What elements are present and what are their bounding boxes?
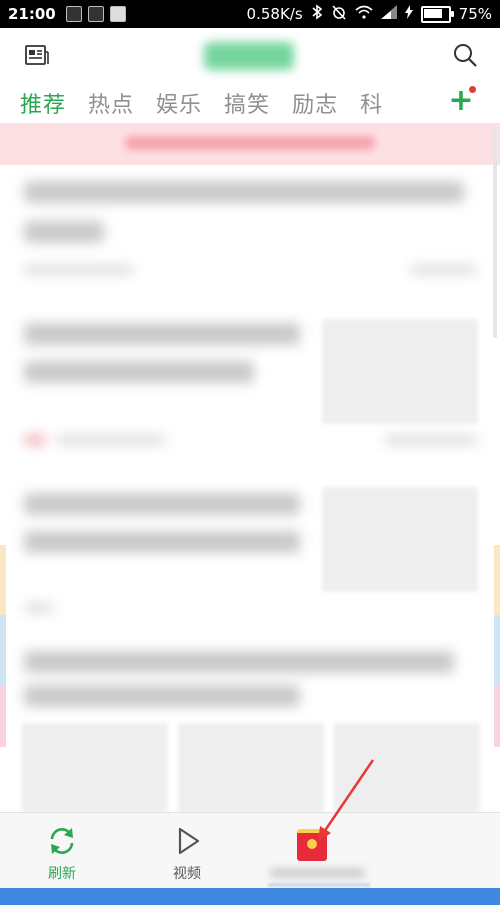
nav-video-label: 视频 <box>173 866 201 882</box>
article-title[interactable] <box>24 685 300 707</box>
article-thumbnail[interactable] <box>322 487 478 592</box>
article-meta <box>56 435 166 445</box>
nav-refresh[interactable]: 刷新 <box>12 813 112 889</box>
news-feed[interactable] <box>0 123 500 813</box>
tab-recommend[interactable]: 推荐 <box>20 87 66 119</box>
newspaper-icon[interactable] <box>24 44 50 66</box>
article-meta <box>24 603 54 613</box>
article-meta <box>410 265 476 275</box>
tab-entertainment[interactable]: 娱乐 <box>156 87 202 119</box>
article-meta <box>384 435 478 445</box>
article-meta <box>24 265 134 275</box>
nav-refresh-label: 刷新 <box>48 866 76 882</box>
red-envelope-icon[interactable] <box>297 829 327 861</box>
banner-text <box>125 136 375 150</box>
article-title[interactable] <box>24 221 104 243</box>
nav-third-underline <box>268 883 370 887</box>
notification-icon <box>87 6 104 22</box>
article-tag <box>24 435 46 445</box>
article-title[interactable] <box>24 531 300 553</box>
side-strip <box>494 615 500 685</box>
system-nav-bar <box>0 888 500 905</box>
battery-percent: 75% <box>458 5 492 23</box>
refresh-banner <box>0 123 500 165</box>
side-strip <box>494 685 500 747</box>
tab-hot[interactable]: 热点 <box>88 87 134 119</box>
tab-inspiration[interactable]: 励志 <box>292 87 338 119</box>
search-icon[interactable] <box>452 42 478 68</box>
article-title[interactable] <box>24 181 464 203</box>
article-thumbnail[interactable] <box>322 319 478 424</box>
new-dot-badge <box>469 86 476 93</box>
nav-third-label <box>270 868 365 878</box>
article-thumbnail[interactable] <box>334 723 480 813</box>
play-icon <box>171 825 203 861</box>
refresh-icon <box>46 825 78 861</box>
signal-icon <box>380 5 397 23</box>
coin-icon <box>307 839 317 849</box>
scrollbar[interactable] <box>493 128 497 338</box>
nav-video[interactable]: 视频 <box>137 813 237 889</box>
tab-tech[interactable]: 科 <box>360 87 383 119</box>
article-title[interactable] <box>24 361 254 383</box>
alarm-off-icon <box>331 4 347 24</box>
wifi-icon <box>355 5 373 23</box>
article-title[interactable] <box>24 323 300 345</box>
side-strip <box>0 615 6 685</box>
bluetooth-icon <box>311 4 323 24</box>
side-strip <box>494 545 500 615</box>
status-time: 21:00 <box>8 5 56 23</box>
net-speed: 0.58K/s <box>246 5 303 23</box>
side-strip <box>0 545 6 615</box>
article-thumbnail[interactable] <box>22 723 168 813</box>
bottom-nav: 刷新 视频 <box>0 812 500 889</box>
notification-icons <box>65 6 126 22</box>
article-thumbnail[interactable] <box>178 723 324 813</box>
status-bar: 21:00 0.58K/s 75% <box>0 0 500 28</box>
side-strip <box>0 685 6 747</box>
article-title[interactable] <box>24 493 300 515</box>
notification-icon <box>109 6 126 22</box>
tab-funny[interactable]: 搞笑 <box>224 87 270 119</box>
app-logo <box>204 42 294 70</box>
charging-icon <box>404 5 413 23</box>
article-title[interactable] <box>24 651 454 673</box>
notification-icon <box>65 6 82 22</box>
battery-icon <box>420 5 454 23</box>
app-header: 推荐 热点 娱乐 搞笑 励志 科 + <box>0 28 500 123</box>
